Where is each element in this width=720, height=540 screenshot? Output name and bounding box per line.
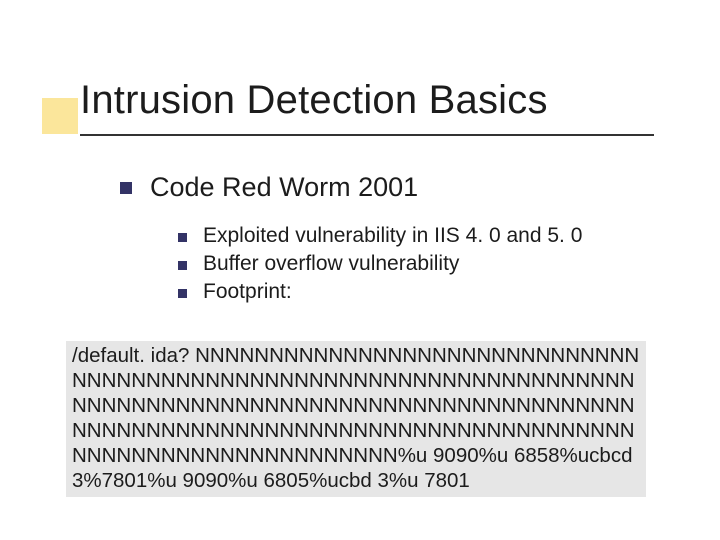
subpoint-text: Exploited vulnerability in IIS 4. 0 and … [203, 224, 582, 248]
sub-bullet-list: Exploited vulnerability in IIS 4. 0 and … [178, 224, 582, 308]
accent-square [42, 98, 78, 134]
subpoint-text: Footprint: [203, 280, 292, 304]
slide: Intrusion Detection Basics Code Red Worm… [0, 0, 720, 540]
square-bullet-icon [120, 182, 132, 194]
list-item: Buffer overflow vulnerability [178, 252, 582, 276]
heading-text: Code Red Worm 2001 [150, 172, 418, 203]
square-bullet-icon [178, 233, 187, 242]
list-item: Footprint: [178, 280, 582, 304]
square-bullet-icon [178, 289, 187, 298]
title-underline [80, 134, 654, 136]
slide-title: Intrusion Detection Basics [80, 78, 548, 123]
square-bullet-icon [178, 261, 187, 270]
subpoint-text: Buffer overflow vulnerability [203, 252, 459, 276]
bullet-level1: Code Red Worm 2001 [120, 172, 418, 203]
list-item: Exploited vulnerability in IIS 4. 0 and … [178, 224, 582, 248]
footprint-code: /default. ida? NNNNNNNNNNNNNNNNNNNNNNNNN… [66, 341, 646, 497]
